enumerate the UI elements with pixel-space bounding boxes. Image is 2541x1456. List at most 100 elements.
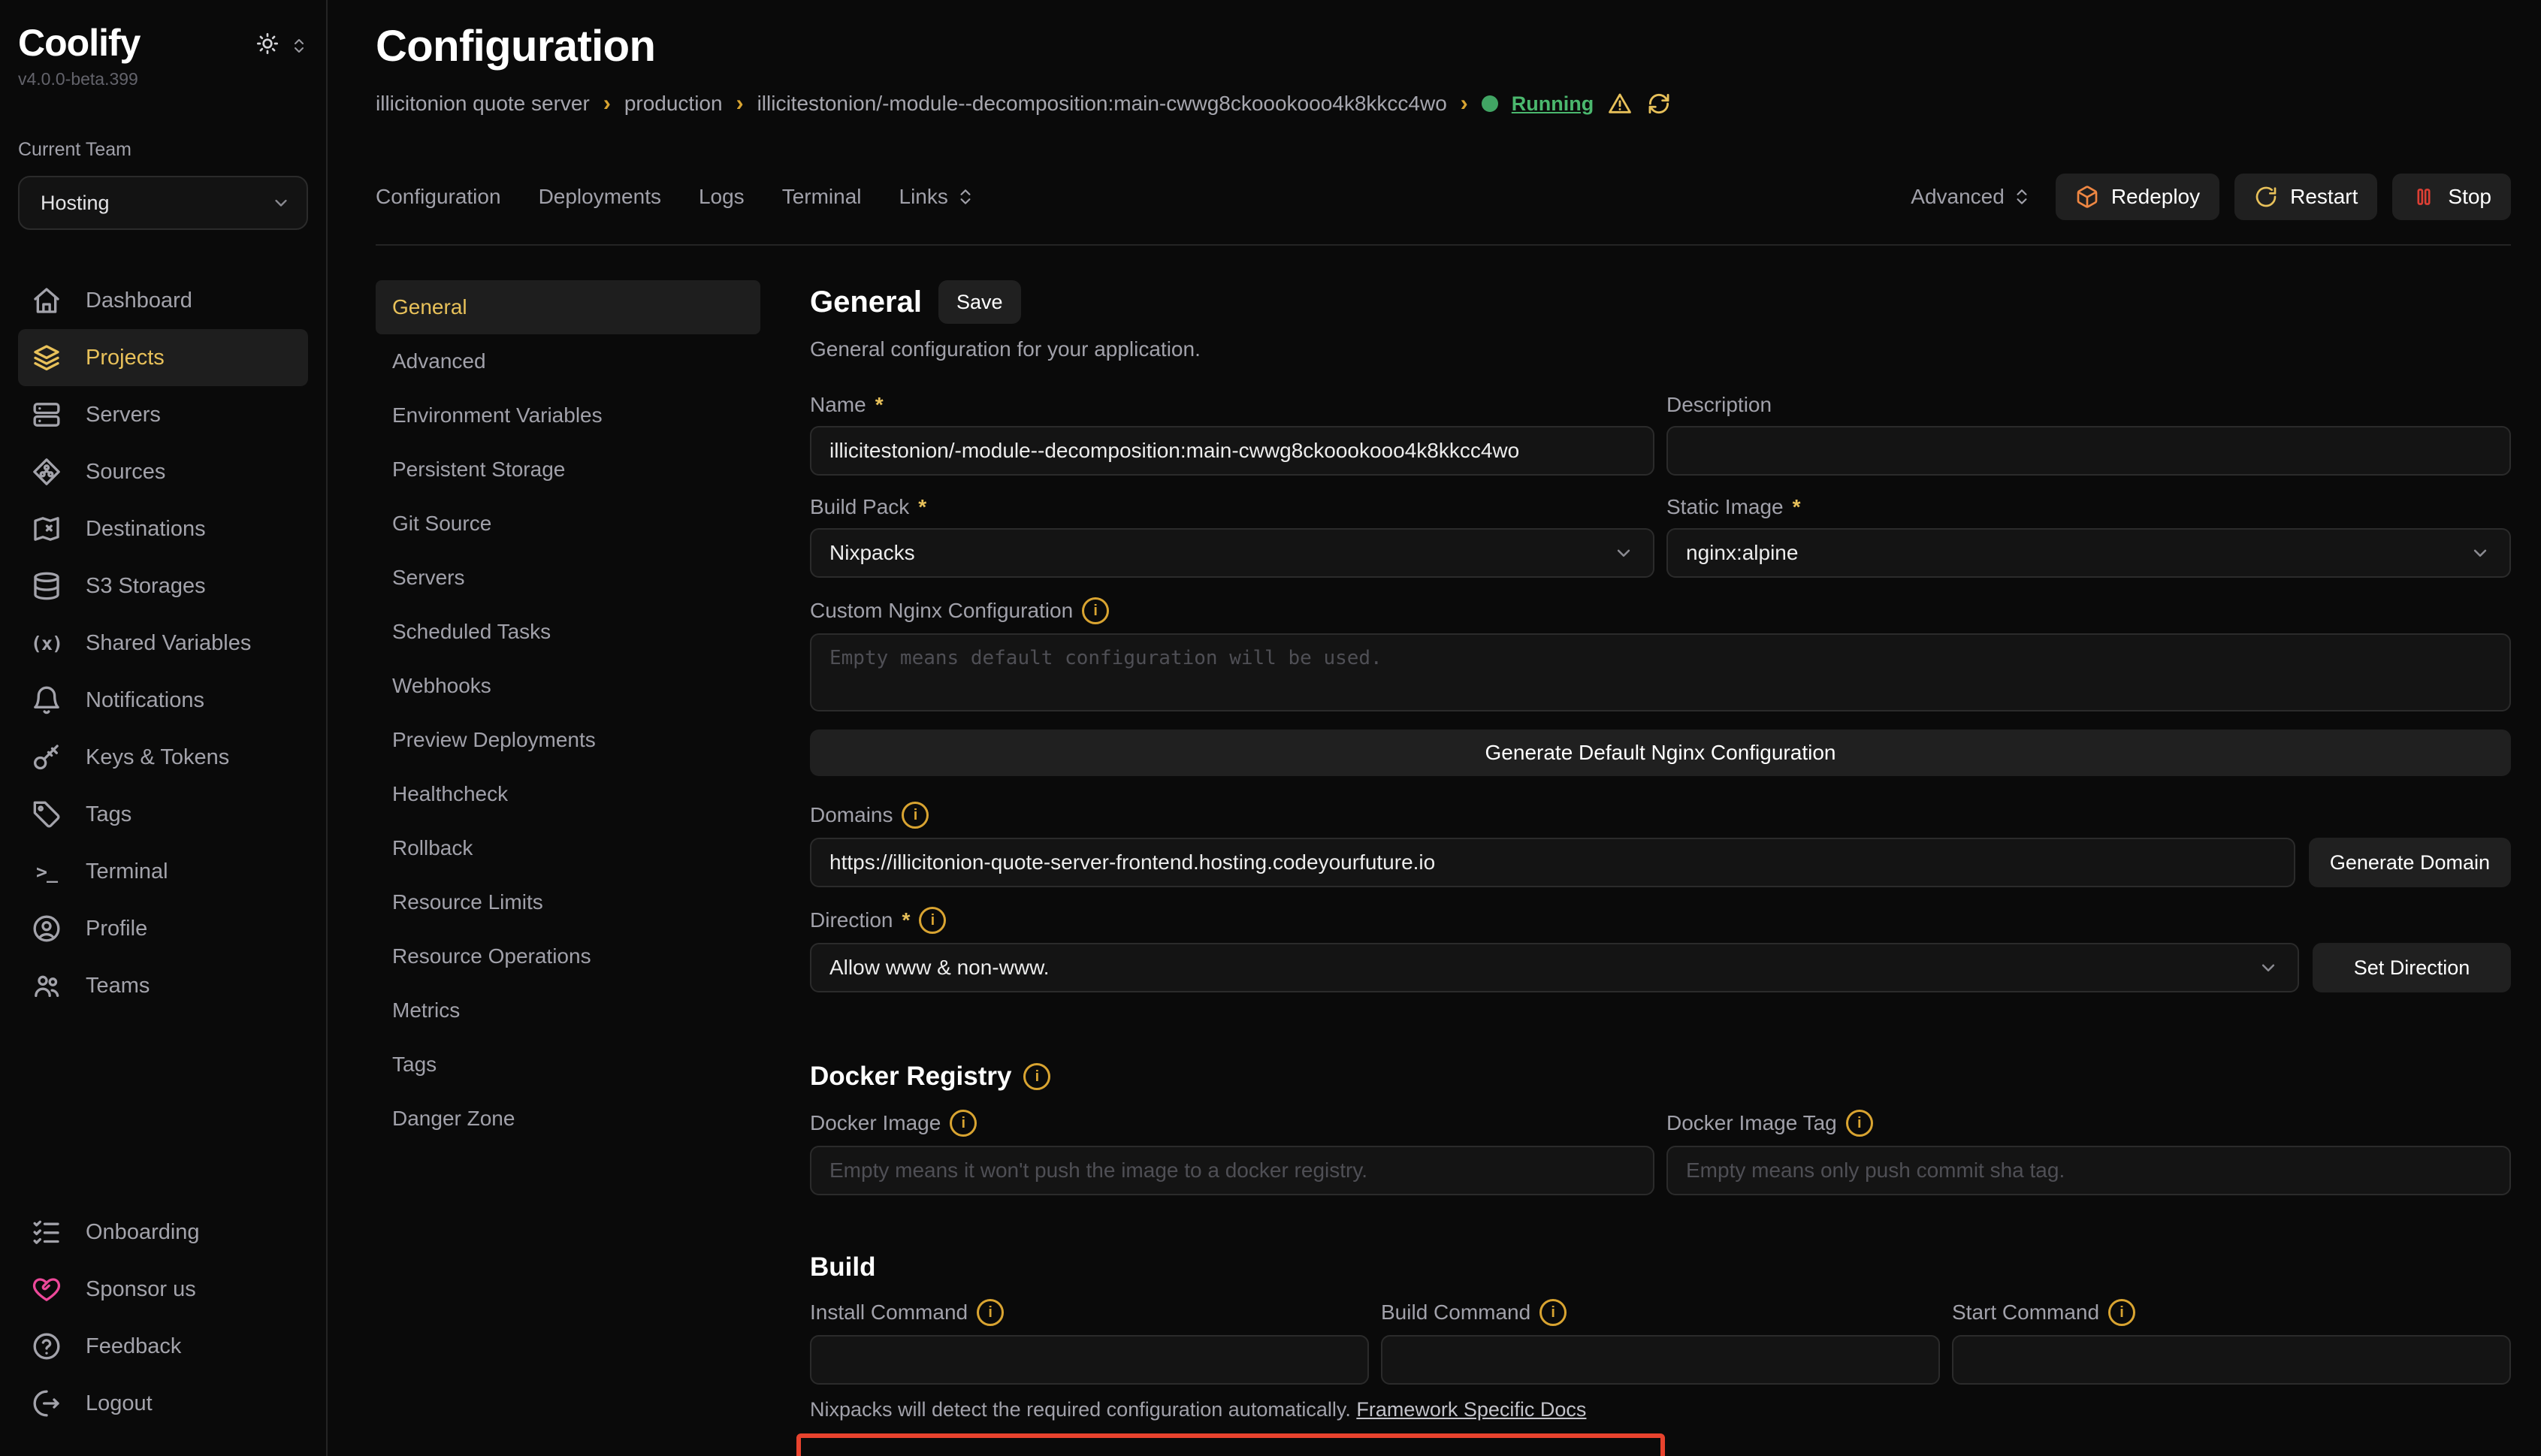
pause-icon (2412, 185, 2436, 209)
sidebar-item-destinations[interactable]: Destinations (18, 500, 308, 557)
advanced-dropdown[interactable]: Advanced (1911, 185, 2032, 209)
start-command-input[interactable] (1952, 1335, 2511, 1385)
tab-terminal[interactable]: Terminal (782, 185, 862, 209)
chevron-down-icon (1612, 542, 1635, 564)
save-button[interactable]: Save (938, 280, 1021, 324)
name-label: Name (810, 393, 866, 417)
breadcrumb-project[interactable]: illicitonion quote server (376, 92, 590, 116)
info-icon: i (1539, 1299, 1567, 1326)
sidebar-item-terminal[interactable]: >_ Terminal (18, 843, 308, 900)
sidebar-item-label: Tags (86, 802, 131, 827)
subnav-item-metrics[interactable]: Metrics (376, 983, 760, 1038)
key-icon (32, 742, 62, 772)
subnav-item-resource-operations[interactable]: Resource Operations (376, 929, 760, 983)
generate-domain-button[interactable]: Generate Domain (2309, 838, 2511, 887)
home-icon (32, 285, 62, 316)
config-subnav: General Advanced Environment Variables P… (376, 280, 760, 1146)
heart-icon (32, 1274, 62, 1304)
generate-nginx-button[interactable]: Generate Default Nginx Configuration (810, 730, 2511, 776)
set-direction-button[interactable]: Set Direction (2313, 943, 2511, 992)
docker-image-tag-input[interactable] (1666, 1146, 2511, 1195)
subnav-item-advanced[interactable]: Advanced (376, 334, 760, 388)
build-heading: Build (810, 1252, 875, 1282)
static-image-select[interactable]: nginx:alpine (1666, 528, 2511, 578)
tab-deployments[interactable]: Deployments (539, 185, 661, 209)
subnav-item-general[interactable]: General (376, 280, 760, 334)
subnav-item-danger-zone[interactable]: Danger Zone (376, 1092, 760, 1146)
subnav-item-preview-deployments[interactable]: Preview Deployments (376, 713, 760, 767)
chevrons-up-down-icon[interactable] (290, 33, 308, 61)
sidebar-item-label: Feedback (86, 1334, 181, 1359)
chevron-down-icon (270, 192, 292, 213)
chevron-down-icon (2469, 542, 2491, 564)
sidebar-item-sources[interactable]: Sources (18, 443, 308, 500)
server-icon (32, 400, 62, 430)
subnav-item-environment-variables[interactable]: Environment Variables (376, 388, 760, 443)
subnav-item-tags[interactable]: Tags (376, 1038, 760, 1092)
restart-button[interactable]: Restart (2234, 174, 2377, 220)
install-command-input[interactable] (810, 1335, 1369, 1385)
sidebar-item-servers[interactable]: Servers (18, 386, 308, 443)
docker-registry-heading: Docker Registry (810, 1062, 1011, 1092)
sidebar-item-logout[interactable]: Logout (18, 1375, 308, 1432)
sidebar-item-dashboard[interactable]: Dashboard (18, 272, 308, 329)
sidebar-item-s3-storages[interactable]: S3 Storages (18, 557, 308, 615)
description-input[interactable] (1666, 426, 2511, 476)
breadcrumb-application[interactable]: illicitestonion/-module--decomposition:m… (757, 92, 1447, 116)
sidebar-item-teams[interactable]: Teams (18, 957, 308, 1014)
subnav-item-scheduled-tasks[interactable]: Scheduled Tasks (376, 605, 760, 659)
team-select[interactable]: Hosting (18, 176, 308, 230)
required-marker: * (902, 908, 910, 932)
info-icon: i (1082, 597, 1109, 624)
sidebar-item-keys-tokens[interactable]: Keys & Tokens (18, 729, 308, 786)
warning-icon[interactable] (1607, 91, 1633, 116)
sidebar-item-tags[interactable]: Tags (18, 786, 308, 843)
build-command-input[interactable] (1381, 1335, 1940, 1385)
coolify-app: Coolify v4.0.0-beta.399 Current Team Hos… (0, 0, 2541, 1456)
breadcrumb-environment[interactable]: production (624, 92, 723, 116)
custom-nginx-textarea[interactable] (810, 633, 2511, 711)
sidebar-item-sponsor-us[interactable]: Sponsor us (18, 1261, 308, 1318)
status-dot (1482, 95, 1498, 112)
subnav-item-healthcheck[interactable]: Healthcheck (376, 767, 760, 821)
subnav-item-git-source[interactable]: Git Source (376, 497, 760, 551)
tabs: Configuration Deployments Logs Terminal … (376, 185, 975, 209)
sidebar-item-shared-variables[interactable]: (x) Shared Variables (18, 615, 308, 672)
sidebar-item-feedback[interactable]: Feedback (18, 1318, 308, 1375)
framework-docs-link[interactable]: Framework Specific Docs (1356, 1398, 1586, 1421)
redeploy-button[interactable]: Redeploy (2056, 174, 2219, 220)
tab-links[interactable]: Links (899, 185, 975, 209)
redeploy-label: Redeploy (2111, 185, 2200, 209)
tab-logs[interactable]: Logs (699, 185, 745, 209)
domains-input[interactable] (810, 838, 2295, 887)
sidebar-item-onboarding[interactable]: Onboarding (18, 1204, 308, 1261)
direction-select[interactable]: Allow www & non-www. (810, 943, 2299, 992)
sidebar-item-profile[interactable]: Profile (18, 900, 308, 957)
custom-nginx-label: Custom Nginx Configuration (810, 599, 1073, 623)
build-pack-select[interactable]: Nixpacks (810, 528, 1654, 578)
tab-configuration[interactable]: Configuration (376, 185, 501, 209)
sidebar: Coolify v4.0.0-beta.399 Current Team Hos… (0, 0, 328, 1456)
subnav-item-servers[interactable]: Servers (376, 551, 760, 605)
refresh-icon[interactable] (1646, 91, 1672, 116)
theme-toggle-sun-icon[interactable] (255, 32, 279, 62)
install-command-label: Install Command (810, 1300, 968, 1325)
name-input[interactable] (810, 426, 1654, 476)
subnav-item-resource-limits[interactable]: Resource Limits (376, 875, 760, 929)
stop-label: Stop (2448, 185, 2491, 209)
static-image-label: Static Image (1666, 495, 1784, 519)
subnav-item-webhooks[interactable]: Webhooks (376, 659, 760, 713)
advanced-dropdown-label: Advanced (1911, 185, 2005, 209)
sidebar-item-notifications[interactable]: Notifications (18, 672, 308, 729)
package-icon (2075, 185, 2099, 209)
info-icon: i (2108, 1299, 2135, 1326)
docker-image-input[interactable] (810, 1146, 1654, 1195)
status-badge[interactable]: Running (1512, 92, 1594, 116)
stop-button[interactable]: Stop (2392, 174, 2511, 220)
app-logo[interactable]: Coolify (18, 21, 140, 65)
subnav-item-persistent-storage[interactable]: Persistent Storage (376, 443, 760, 497)
variables-icon: (x) (32, 628, 62, 658)
sidebar-item-projects[interactable]: Projects (18, 329, 308, 386)
chevrons-up-down-icon (956, 187, 975, 207)
subnav-item-rollback[interactable]: Rollback (376, 821, 760, 875)
